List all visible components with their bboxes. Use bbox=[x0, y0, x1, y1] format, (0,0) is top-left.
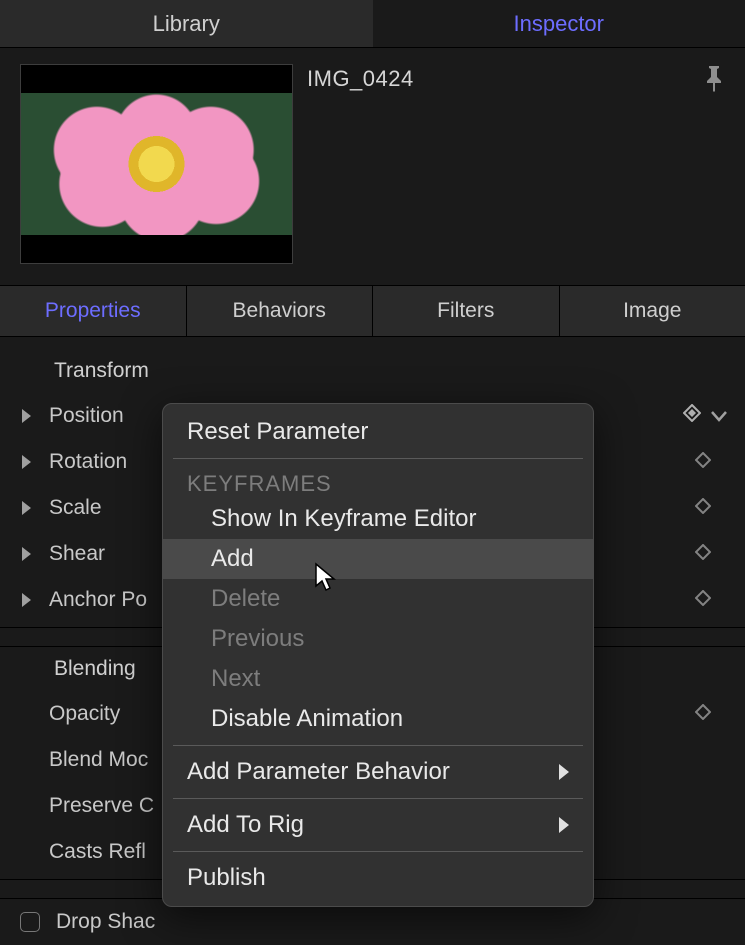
row-label: Casts Refl bbox=[49, 840, 146, 864]
row-label: Opacity bbox=[49, 702, 120, 726]
disclosure-triangle-icon[interactable] bbox=[22, 409, 31, 423]
group-transform: Transform bbox=[0, 355, 745, 393]
preview-thumbnail[interactable] bbox=[20, 64, 293, 264]
row-label: Shear bbox=[49, 542, 105, 566]
preview-row: IMG_0424 bbox=[0, 48, 745, 285]
row-label: Blend Moc bbox=[49, 748, 148, 772]
menu-keyframes-header: KEYFRAMES bbox=[163, 465, 593, 499]
menu-item-label: Previous bbox=[211, 625, 304, 653]
keyframe-diamond-icon[interactable] bbox=[683, 404, 701, 428]
keyframe-diamond-icon[interactable] bbox=[695, 542, 711, 566]
menu-item-label: Add bbox=[211, 545, 254, 573]
disclosure-triangle-icon[interactable] bbox=[22, 455, 31, 469]
disclosure-triangle-icon[interactable] bbox=[22, 593, 31, 607]
menu-previous-keyframe: Previous bbox=[163, 619, 593, 659]
tab-properties[interactable]: Properties bbox=[0, 286, 187, 336]
tab-inspector[interactable]: Inspector bbox=[373, 0, 745, 47]
row-label: Scale bbox=[49, 496, 102, 520]
menu-reset-parameter[interactable]: Reset Parameter bbox=[163, 412, 593, 452]
menu-item-label: Disable Animation bbox=[211, 705, 403, 733]
row-label: Preserve C bbox=[49, 794, 154, 818]
menu-item-label: Add Parameter Behavior bbox=[187, 758, 450, 786]
menu-item-label: Reset Parameter bbox=[187, 418, 368, 446]
disclosure-triangle-icon[interactable] bbox=[22, 547, 31, 561]
menu-item-label: Publish bbox=[187, 864, 266, 892]
menu-add-to-rig[interactable]: Add To Rig bbox=[163, 805, 593, 845]
keyframe-diamond-icon[interactable] bbox=[695, 702, 711, 726]
menu-add-keyframe[interactable]: Add bbox=[163, 539, 593, 579]
menu-delete-keyframe: Delete bbox=[163, 579, 593, 619]
file-name-label: IMG_0424 bbox=[307, 66, 725, 92]
keyframe-diamond-icon[interactable] bbox=[695, 450, 711, 474]
keyframe-diamond-icon[interactable] bbox=[695, 496, 711, 520]
menu-separator bbox=[173, 745, 583, 746]
menu-show-in-keyframe-editor[interactable]: Show In Keyframe Editor bbox=[163, 499, 593, 539]
top-tabs: Library Inspector bbox=[0, 0, 745, 48]
row-label: Anchor Po bbox=[49, 588, 147, 612]
menu-publish[interactable]: Publish bbox=[163, 858, 593, 898]
pin-icon[interactable] bbox=[705, 66, 723, 98]
drop-shadow-checkbox[interactable] bbox=[20, 912, 40, 932]
menu-item-label: Show In Keyframe Editor bbox=[211, 505, 476, 533]
chevron-down-icon[interactable] bbox=[711, 404, 727, 428]
sub-tabs: Properties Behaviors Filters Image bbox=[0, 285, 745, 337]
submenu-arrow-icon bbox=[559, 817, 569, 833]
menu-item-label: Add To Rig bbox=[187, 811, 304, 839]
row-label: Position bbox=[49, 404, 124, 428]
disclosure-triangle-icon[interactable] bbox=[22, 501, 31, 515]
tab-library[interactable]: Library bbox=[0, 0, 373, 47]
menu-item-label: Next bbox=[211, 665, 260, 693]
menu-separator bbox=[173, 458, 583, 459]
menu-item-label: Delete bbox=[211, 585, 280, 613]
menu-add-parameter-behavior[interactable]: Add Parameter Behavior bbox=[163, 752, 593, 792]
row-label: Rotation bbox=[49, 450, 127, 474]
tab-behaviors[interactable]: Behaviors bbox=[187, 286, 374, 336]
menu-next-keyframe: Next bbox=[163, 659, 593, 699]
menu-separator bbox=[173, 798, 583, 799]
menu-disable-animation[interactable]: Disable Animation bbox=[163, 699, 593, 739]
row-label: Drop Shac bbox=[56, 910, 155, 934]
tab-image[interactable]: Image bbox=[560, 286, 745, 336]
context-menu: Reset Parameter KEYFRAMES Show In Keyfra… bbox=[162, 403, 594, 907]
tab-filters[interactable]: Filters bbox=[373, 286, 560, 336]
submenu-arrow-icon bbox=[559, 764, 569, 780]
keyframe-diamond-icon[interactable] bbox=[695, 588, 711, 612]
menu-separator bbox=[173, 851, 583, 852]
